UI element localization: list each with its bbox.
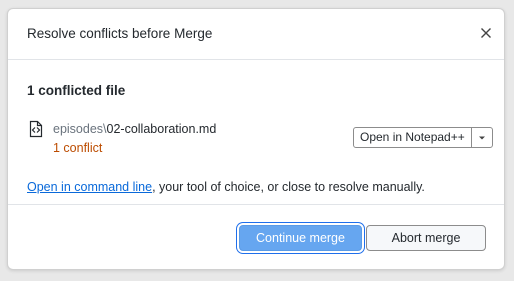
footer-divider <box>8 204 504 205</box>
dialog-header: Resolve conflicts before Merge <box>8 9 504 60</box>
file-name: 02-collaboration.md <box>106 122 217 136</box>
open-in-editor-dropdown[interactable] <box>470 128 492 147</box>
chevron-down-icon <box>478 136 485 139</box>
abort-merge-button[interactable]: Abort merge <box>366 225 486 251</box>
conflicted-files-heading: 1 conflicted file <box>27 83 126 98</box>
resolve-hint: Open in command line, your tool of choic… <box>27 180 425 194</box>
dialog-title: Resolve conflicts before Merge <box>27 26 213 41</box>
conflict-count: 1 conflict <box>53 141 103 155</box>
close-button[interactable] <box>477 24 495 42</box>
open-in-editor-split-button: Open in Notepad++ <box>353 127 493 148</box>
resolve-conflicts-dialog: Resolve conflicts before Merge 1 conflic… <box>7 8 505 270</box>
file-directory: episodes\ <box>53 122 107 136</box>
conflicted-file-path: episodes\02-collaboration.md <box>53 122 216 136</box>
file-diff-icon <box>28 120 44 138</box>
open-in-editor-button[interactable]: Open in Notepad++ <box>354 128 471 147</box>
resolve-hint-text: , your tool of choice, or close to resol… <box>152 180 425 194</box>
continue-merge-button[interactable]: Continue merge <box>239 225 362 251</box>
open-command-line-link[interactable]: Open in command line <box>27 180 152 194</box>
close-icon <box>481 28 491 38</box>
